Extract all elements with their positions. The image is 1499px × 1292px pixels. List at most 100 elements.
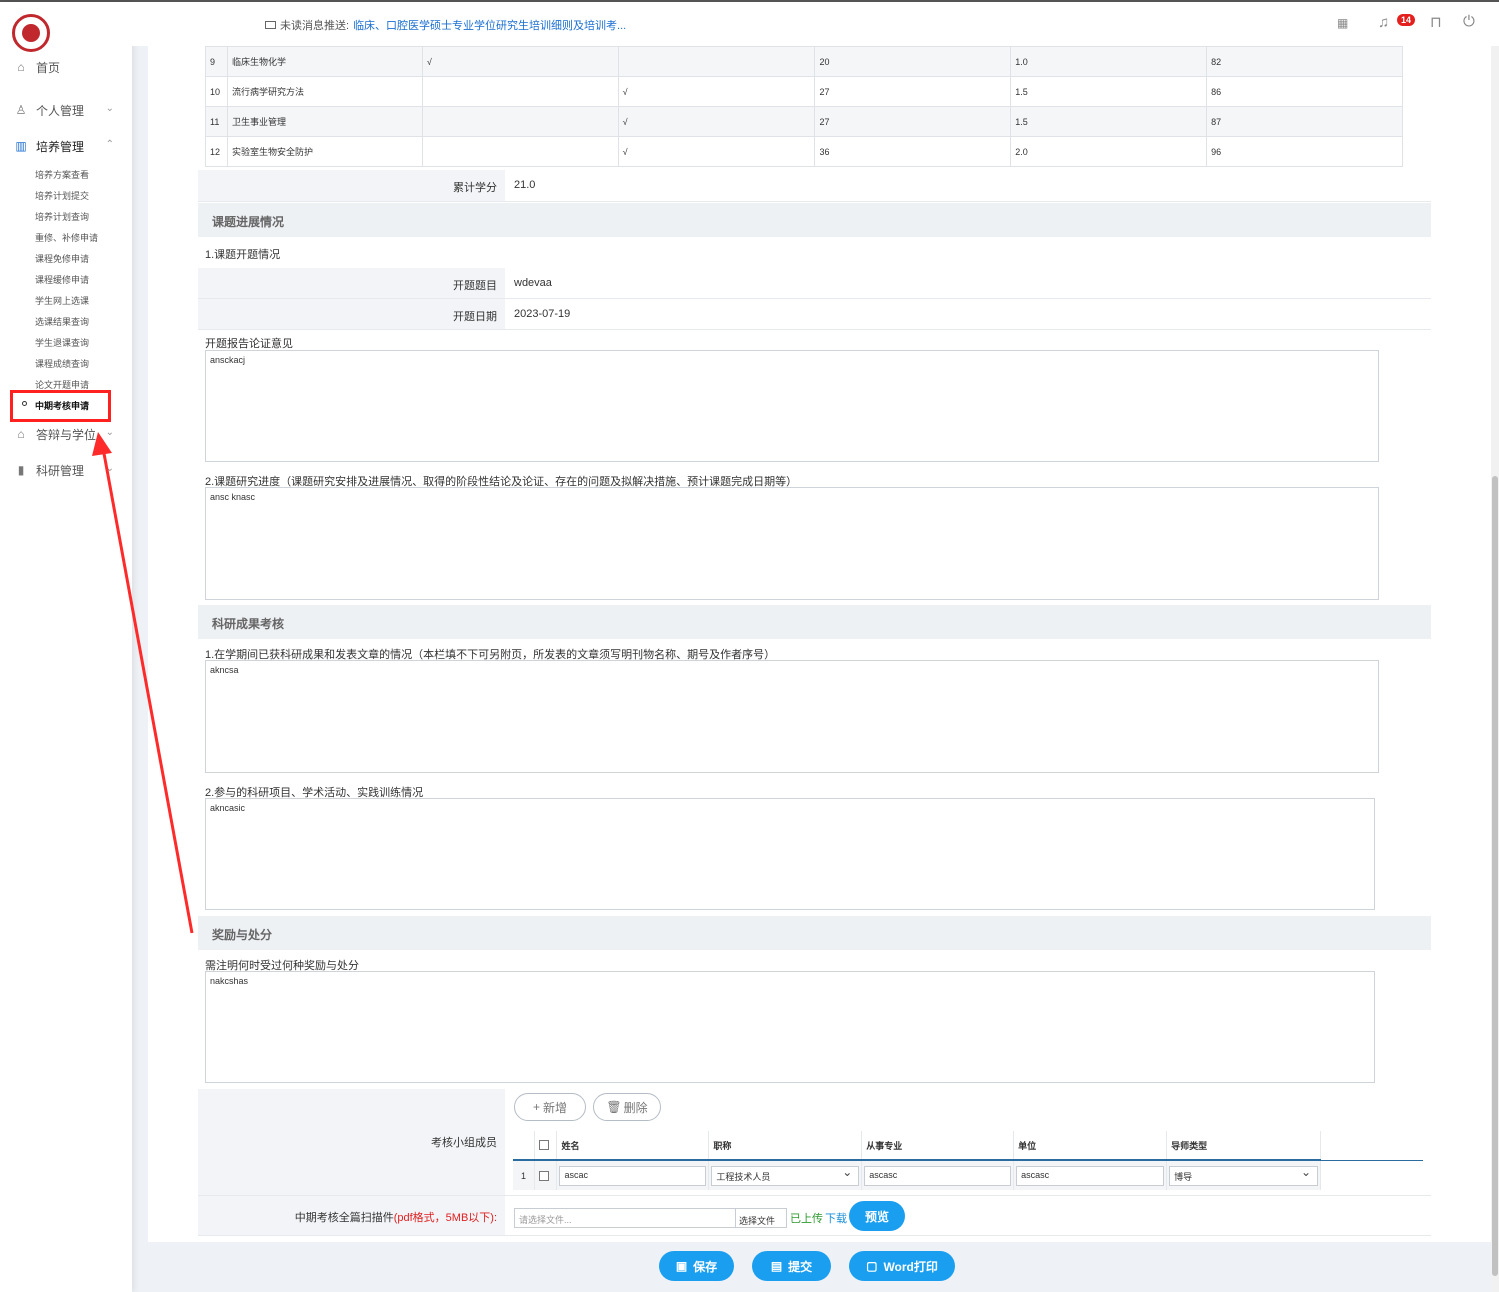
save-button[interactable]: ▣ 保存 <box>659 1251 734 1281</box>
chevron-down-icon: ⌄ <box>105 463 114 474</box>
cell-hours: 36 <box>814 136 1012 167</box>
nav-defense[interactable]: ⌂ 答辩与学位 ⌄ <box>0 423 132 445</box>
notification-badge: 14 <box>1397 14 1416 26</box>
cell-course-name: 实验室生物安全防护 <box>226 136 423 167</box>
section-progress: 课题进展情况 <box>198 203 1431 237</box>
bell-icon[interactable]: ♫ <box>1378 14 1389 31</box>
member-title-select[interactable]: 工程技术人员 <box>711 1165 860 1186</box>
cell-check-1 <box>421 106 619 137</box>
nav-training[interactable]: ▥ 培养管理 ⌃ <box>0 135 132 157</box>
word-print-button[interactable]: ▢ Word打印 <box>849 1251 955 1281</box>
cell-check-2 <box>617 46 816 77</box>
notice-prefix: 未读消息推送: <box>280 20 350 32</box>
file-path-input[interactable]: 请选择文件... <box>514 1208 736 1228</box>
bar-chart-icon: ▮ <box>17 463 25 477</box>
cell-check-2: √ <box>617 106 816 137</box>
attachment-label: 中期考核全篇扫描件 <box>294 1212 394 1224</box>
date-value: 2023-07-19 <box>514 308 571 320</box>
cell-credit: 1.5 <box>1010 106 1208 137</box>
attachment-note: (pdf格式，5MB以下): <box>393 1212 497 1224</box>
header-tutor-type: 导师类型 <box>1166 1131 1321 1161</box>
header-unit: 单位 <box>1013 1131 1168 1161</box>
nav-home-label: 首页 <box>36 60 61 75</box>
preview-button[interactable]: 预览 <box>849 1201 905 1231</box>
sidebar-sub-item[interactable]: 课程成绩查询 <box>35 357 89 370</box>
member-name-input[interactable]: ascac <box>559 1165 707 1186</box>
scrollbar[interactable] <box>1491 46 1499 1292</box>
select-all-checkbox[interactable] <box>539 1140 550 1151</box>
delete-member-label: 删除 <box>623 1100 648 1115</box>
member-unit-input[interactable]: ascasc <box>1016 1165 1165 1186</box>
download-link[interactable]: 下载 <box>825 1210 847 1226</box>
uploaded-status: 已上传 <box>790 1213 823 1225</box>
table-row: 11 卫生事业管理 √ 27 1.5 87 <box>205 106 1403 137</box>
nav-personal[interactable]: ♙ 个人管理 ⌄ <box>0 99 132 121</box>
member-no: 1 <box>513 1160 536 1190</box>
topic-value: wdevaa <box>514 277 552 289</box>
progress-textarea[interactable]: ansc knasc <box>205 487 1379 600</box>
member-major-input[interactable]: ascasc <box>864 1165 1012 1186</box>
topic-label: 开题题目 <box>453 280 497 292</box>
submit-button[interactable]: ▤ 提交 <box>752 1251 831 1281</box>
word-print-label: Word打印 <box>883 1259 938 1274</box>
members-label: 考核小组成员 <box>431 1137 497 1149</box>
nav-personal-label: 个人管理 <box>36 103 85 118</box>
member-tutor-type-select[interactable]: 博导 <box>1169 1165 1318 1186</box>
chevron-up-icon: ⌃ <box>105 139 114 150</box>
lock-icon[interactable]: ⊓ <box>1430 13 1442 31</box>
user-icon: ♙ <box>15 103 27 117</box>
sidebar-sub-item[interactable]: 课程缓修申请 <box>35 273 89 286</box>
cell-course-name: 流行病学研究方法 <box>226 76 423 107</box>
cell-hours: 27 <box>814 106 1012 137</box>
section-awards-title: 奖励与处分 <box>212 928 273 942</box>
sidebar-sub-item[interactable]: 学生网上选课 <box>35 294 89 307</box>
sidebar-sub-item[interactable]: 培养计划提交 <box>35 189 89 202</box>
awards-textarea[interactable]: nakcshas <box>205 971 1375 1083</box>
cell-credit: 2.0 <box>1010 136 1208 167</box>
section-research-title: 科研成果考核 <box>212 617 285 631</box>
achievements-textarea[interactable]: akncsa <box>205 660 1379 773</box>
submit-label: 提交 <box>788 1259 813 1274</box>
sidebar-sub-item[interactable]: 培养计划查询 <box>35 210 89 223</box>
choose-file-button[interactable]: 选择文件 <box>735 1208 787 1228</box>
add-member-button[interactable]: + 新增 <box>514 1093 586 1121</box>
nav-research[interactable]: ▮ 科研管理 ⌄ <box>0 459 132 481</box>
sidebar-sub-item[interactable]: 重修、补修申请 <box>35 231 98 244</box>
notice-link[interactable]: 临床、口腔医学硕士专业学位研究生培训细则及培训考... <box>353 17 626 33</box>
section-awards: 奖励与处分 <box>198 916 1431 950</box>
book-icon: ▥ <box>15 139 27 153</box>
power-icon[interactable]: ⏻ <box>1463 13 1475 30</box>
save-icon: ▣ <box>675 1259 688 1273</box>
projects-textarea[interactable]: akncasic <box>205 798 1375 910</box>
header-major: 从事专业 <box>861 1131 1015 1161</box>
section-progress-title: 课题进展情况 <box>212 215 285 229</box>
members-header-row: 姓名 职称 从事专业 单位 导师类型 <box>513 1131 1321 1161</box>
table-row: 10 流行病学研究方法 √ 27 1.5 86 <box>205 76 1403 107</box>
date-row: 开题日期 2023-07-19 <box>198 299 1431 330</box>
scrollbar-thumb[interactable] <box>1492 476 1498 1276</box>
cell-hours: 27 <box>814 76 1012 107</box>
sidebar-sub-item[interactable]: 培养方案查看 <box>35 168 89 181</box>
cell-score: 86 <box>1206 76 1403 107</box>
save-label: 保存 <box>693 1259 718 1274</box>
home-icon: ⌂ <box>17 60 25 74</box>
document-icon: ▢ <box>866 1259 878 1273</box>
sidebar-sub-item[interactable]: 选课结果查询 <box>35 315 89 328</box>
submit-icon: ▤ <box>770 1259 783 1273</box>
total-credit-row: 累计学分 21.0 <box>198 170 1431 202</box>
total-credit-label: 累计学分 <box>453 182 497 194</box>
calendar-icon[interactable]: ▦ <box>1337 16 1348 30</box>
row-checkbox[interactable] <box>539 1170 550 1181</box>
cell-no: 12 <box>205 136 228 167</box>
university-logo <box>12 14 50 52</box>
opinion-textarea[interactable]: ansckacj <box>205 350 1379 462</box>
cell-check-1 <box>421 76 619 107</box>
mail-icon <box>265 21 276 29</box>
nav-home[interactable]: ⌂ 首页 <box>0 56 132 78</box>
delete-member-button[interactable]: 🗑 删除 <box>593 1093 661 1121</box>
sidebar-sub-item[interactable]: 学生退课查询 <box>35 336 89 349</box>
cell-credit: 1.0 <box>1010 46 1208 77</box>
annotation-highlight-box <box>10 390 111 422</box>
sidebar-sub-item[interactable]: 课程免修申请 <box>35 252 89 265</box>
total-credit-value: 21.0 <box>514 179 536 191</box>
